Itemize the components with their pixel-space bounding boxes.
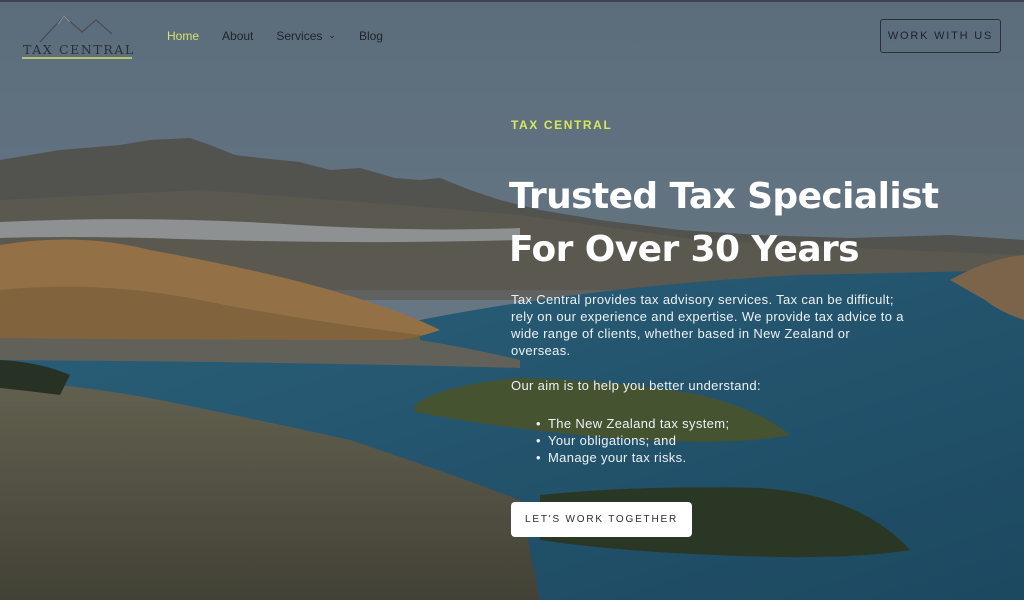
logo-underline [22, 57, 132, 59]
headline-line-1: Trusted Tax Specialist [509, 176, 939, 217]
lets-work-together-button[interactable]: LET'S WORK TOGETHER [511, 502, 692, 537]
list-item: Your obligations; and [536, 432, 729, 449]
list-item: The New Zealand tax system; [536, 415, 729, 432]
nav-item-blog[interactable]: Blog [359, 28, 383, 44]
nav-item-label: Home [167, 29, 200, 43]
work-with-us-button[interactable]: WORK WITH US [880, 19, 1001, 53]
headline-line-2: For Over 30 Years [509, 229, 860, 270]
nav-item-services[interactable]: Services ⌄ [276, 28, 336, 44]
hero-aim-intro: Our aim is to help you better understand… [511, 378, 761, 393]
nav-item-label: Blog [358, 29, 383, 43]
chevron-down-icon: ⌄ [328, 29, 336, 40]
nav-item-label: Services [276, 29, 323, 43]
nav-item-label: About [222, 29, 254, 43]
hero-eyebrow: TAX CENTRAL [511, 118, 613, 132]
list-item: Manage your tax risks. [536, 449, 729, 466]
logo-text: TAX CENTRAL [23, 42, 135, 57]
nav-item-home[interactable]: Home [167, 28, 199, 44]
mountain-logo-icon [39, 15, 113, 43]
hero-bullet-list: The New Zealand tax system; Your obligat… [536, 415, 729, 466]
site-logo[interactable]: TAX CENTRAL [20, 14, 135, 60]
main-nav: Home About Services ⌄ Blog [167, 28, 406, 44]
nav-item-about[interactable]: About [222, 28, 253, 44]
hero-description: Tax Central provides tax advisory servic… [511, 292, 904, 358]
top-border [0, 0, 1024, 2]
hero-headline: Trusted Tax Specialist For Over 30 Years [509, 170, 979, 276]
